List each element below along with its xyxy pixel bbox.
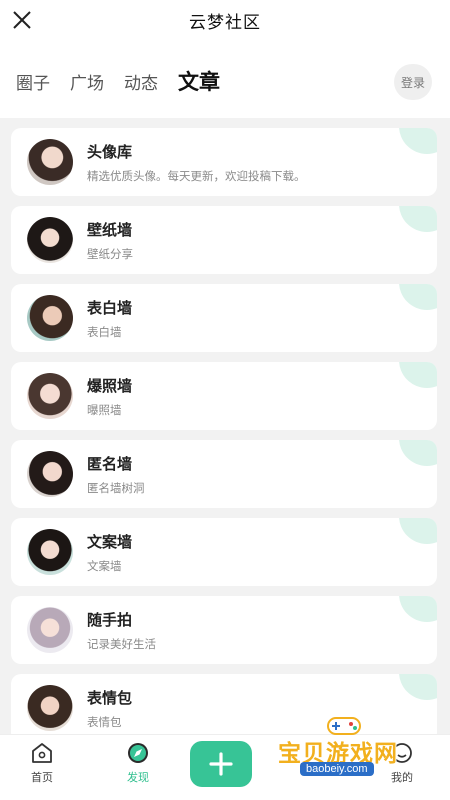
- card-decoration: [399, 284, 437, 310]
- list-item[interactable]: 文案墙 文案墙: [11, 518, 437, 586]
- item-title: 文案墙: [87, 532, 133, 551]
- item-desc: 曝照墙: [87, 402, 122, 417]
- item-title: 壁纸墙: [87, 220, 133, 239]
- avatar: [27, 373, 73, 419]
- article-list: 头像库 精选优质头像。每天更新，欢迎投稿下载。 壁纸墙 壁纸分享 表白墙 表白墙…: [0, 118, 450, 734]
- item-desc: 表情包: [87, 714, 122, 729]
- top-bar: 云梦社区: [0, 0, 450, 40]
- list-item[interactable]: 头像库 精选优质头像。每天更新，欢迎投稿下载。: [11, 128, 437, 196]
- item-title: 表白墙: [87, 298, 133, 317]
- watermark: 宝贝游戏网 baobeiy.com: [278, 712, 428, 784]
- item-title: 爆照墙: [87, 376, 133, 395]
- item-desc: 文案墙: [87, 558, 122, 573]
- item-title: 随手拍: [87, 610, 133, 629]
- card-decoration: [399, 518, 437, 544]
- avatar: [27, 529, 73, 575]
- item-title: 匿名墙: [87, 454, 133, 473]
- list-item[interactable]: 匿名墙 匿名墙树洞: [11, 440, 437, 508]
- item-desc: 壁纸分享: [87, 246, 133, 261]
- tab-circle[interactable]: 圈子: [16, 69, 50, 94]
- plus-icon: [209, 752, 233, 776]
- category-tabs: 圈子 广场 动态 文章 登录: [0, 58, 450, 104]
- home-icon: [32, 743, 52, 763]
- compass-icon: [128, 743, 148, 763]
- card-decoration: [399, 128, 437, 154]
- watermark-url: baobeiy.com: [300, 762, 374, 776]
- nav-home[interactable]: 首页: [12, 741, 72, 785]
- avatar: [27, 685, 73, 731]
- avatar: [27, 217, 73, 263]
- list-item[interactable]: 爆照墙 曝照墙: [11, 362, 437, 430]
- item-desc: 精选优质头像。每天更新，欢迎投稿下载。: [87, 168, 306, 183]
- list-item[interactable]: 壁纸墙 壁纸分享: [11, 206, 437, 274]
- avatar: [27, 139, 73, 185]
- item-desc: 表白墙: [87, 324, 122, 339]
- avatar: [27, 295, 73, 341]
- card-decoration: [399, 206, 437, 232]
- avatar: [27, 451, 73, 497]
- card-decoration: [399, 362, 437, 388]
- tab-feed[interactable]: 动态: [124, 69, 158, 94]
- item-title: 表情包: [87, 688, 133, 707]
- card-decoration: [399, 596, 437, 622]
- item-desc: 匿名墙树洞: [87, 480, 145, 495]
- item-desc: 记录美好生活: [87, 636, 156, 651]
- item-title: 头像库: [87, 142, 133, 161]
- tab-articles[interactable]: 文章: [178, 66, 220, 96]
- nav-home-label: 首页: [31, 771, 53, 784]
- login-button[interactable]: 登录: [394, 64, 432, 100]
- avatar: [27, 607, 73, 653]
- nav-discover[interactable]: 发现: [108, 741, 168, 785]
- card-decoration: [399, 440, 437, 466]
- list-item[interactable]: 表白墙 表白墙: [11, 284, 437, 352]
- card-decoration: [399, 674, 437, 700]
- close-button[interactable]: [10, 8, 34, 32]
- close-icon: [13, 11, 31, 29]
- list-item[interactable]: 随手拍 记录美好生活: [11, 596, 437, 664]
- nav-discover-label: 发现: [127, 771, 149, 784]
- tab-square[interactable]: 广场: [70, 69, 104, 94]
- add-button[interactable]: [190, 741, 252, 787]
- page-title: 云梦社区: [189, 12, 261, 33]
